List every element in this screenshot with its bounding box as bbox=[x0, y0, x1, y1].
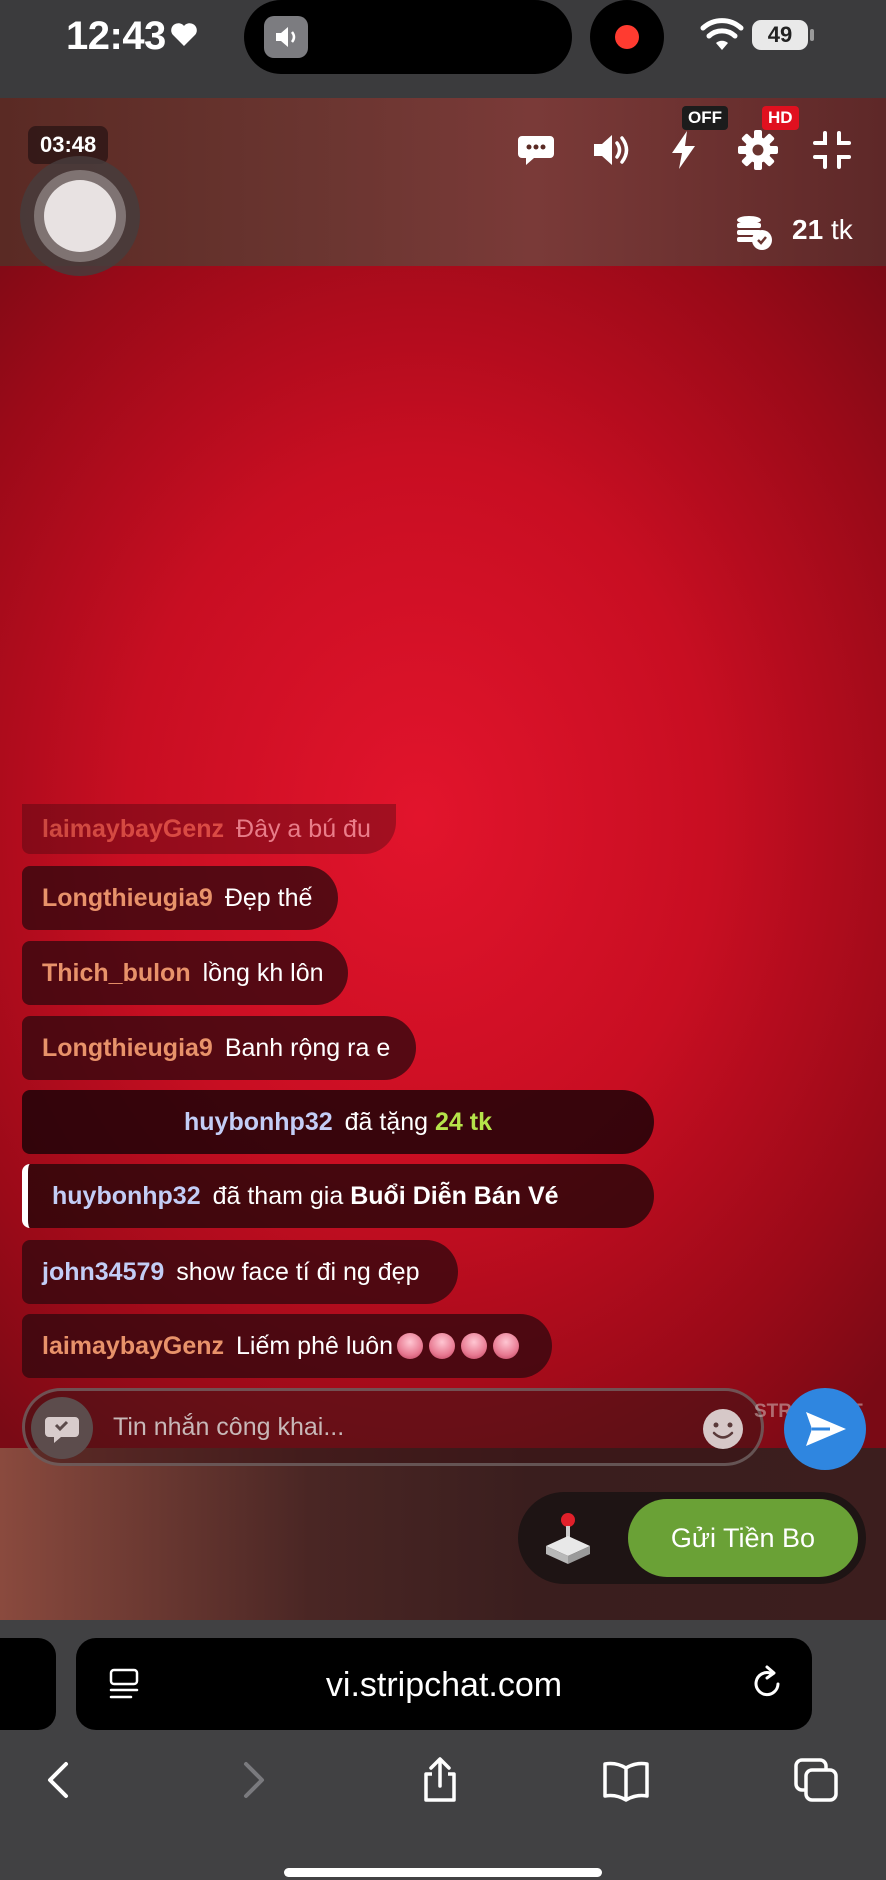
joystick-icon[interactable] bbox=[538, 1508, 598, 1568]
chat-text: show face tí đi ng đẹp bbox=[176, 1257, 420, 1286]
tip-notification: huybonhp32 đã tặng 24 tk bbox=[22, 1090, 654, 1154]
peach-emoji-icon bbox=[397, 1333, 424, 1359]
stream-view[interactable]: 03:48 OFF HD 21 tk laimaybayGenz Đây a b… bbox=[0, 98, 886, 1620]
settings-gear-icon[interactable] bbox=[736, 128, 780, 172]
volume-icon[interactable] bbox=[588, 128, 632, 172]
lightning-icon[interactable] bbox=[662, 128, 706, 172]
emoji-group bbox=[397, 1333, 520, 1359]
bookmarks-icon[interactable] bbox=[602, 1756, 650, 1804]
chat-input-field[interactable]: Tin nhắn công khai... bbox=[113, 1413, 344, 1442]
home-indicator[interactable] bbox=[284, 1868, 602, 1877]
chat-username[interactable]: huybonhp32 bbox=[52, 1182, 201, 1211]
back-icon[interactable] bbox=[36, 1756, 84, 1804]
chat-message: laimaybayGenz Liếm phê luôn bbox=[22, 1314, 552, 1378]
chat-username[interactable]: huybonhp32 bbox=[184, 1108, 333, 1137]
previous-tab-preview[interactable] bbox=[0, 1638, 56, 1730]
chat-text: lồng kh lôn bbox=[202, 958, 324, 987]
chat-message: Thich_bulon lồng kh lôn bbox=[22, 941, 348, 1005]
quality-off-badge: OFF bbox=[682, 106, 728, 130]
event-name[interactable]: Buổi Diễn Bán Vé bbox=[350, 1182, 558, 1211]
chat-username[interactable]: laimaybayGenz bbox=[42, 815, 224, 844]
chat-text: Đẹp thế bbox=[224, 883, 313, 912]
chat-bubble-icon bbox=[45, 1417, 79, 1443]
balance-unit: tk bbox=[830, 214, 853, 245]
chat-message: Longthieugia9 Banh rộng ra e bbox=[22, 1016, 416, 1080]
emoji-picker-icon[interactable] bbox=[701, 1407, 745, 1451]
chat-username[interactable]: Longthieugia9 bbox=[42, 1034, 213, 1063]
heart-icon bbox=[171, 23, 197, 46]
exit-fullscreen-icon[interactable] bbox=[810, 128, 854, 172]
share-icon[interactable] bbox=[416, 1756, 464, 1804]
tip-bar: Gửi Tiền Bo bbox=[518, 1492, 866, 1584]
join-notification: huybonhp32 đã tham gia Buổi Diễn Bán Vé bbox=[22, 1164, 654, 1228]
peach-emoji-icon bbox=[461, 1333, 488, 1359]
chat-toggle-icon[interactable] bbox=[514, 128, 558, 172]
hd-badge: HD bbox=[762, 106, 799, 130]
chat-text: Banh rộng ra e bbox=[224, 1033, 391, 1062]
screen-recording-indicator bbox=[590, 0, 664, 74]
send-arrow-icon bbox=[806, 1412, 846, 1446]
url-text[interactable]: vi.stripchat.com bbox=[76, 1666, 812, 1705]
assistive-touch-button[interactable] bbox=[20, 156, 140, 276]
chat-username[interactable]: Longthieugia9 bbox=[42, 884, 213, 913]
coins-icon bbox=[737, 216, 772, 250]
chat-message: Longthieugia9 Đẹp thế bbox=[22, 866, 338, 930]
chat-message: laimaybayGenz Đây a bú đu bbox=[22, 804, 396, 854]
status-bar: 12:43 49 bbox=[0, 0, 886, 98]
address-bar[interactable]: vi.stripchat.com bbox=[76, 1638, 812, 1730]
chat-username[interactable]: laimaybayGenz bbox=[42, 1332, 224, 1361]
forward-icon bbox=[244, 1762, 264, 1798]
tabs-icon[interactable] bbox=[792, 1756, 840, 1804]
chat-username[interactable]: Thich_bulon bbox=[42, 959, 191, 988]
peach-emoji-icon bbox=[429, 1333, 456, 1359]
token-balance: 21 tk bbox=[792, 214, 853, 246]
chat-text: Đây a bú đu bbox=[236, 814, 371, 843]
send-button[interactable] bbox=[784, 1388, 866, 1470]
chat-text: đã tham gia bbox=[212, 1181, 344, 1210]
browser-toolbar: vi.stripchat.com bbox=[0, 1620, 886, 1880]
reload-icon[interactable] bbox=[748, 1664, 786, 1702]
dynamic-island bbox=[244, 0, 572, 74]
balance-value: 21 bbox=[792, 214, 824, 245]
wifi-icon bbox=[700, 18, 744, 50]
clock: 12:43 bbox=[66, 14, 166, 58]
chat-text: đã tặng bbox=[344, 1107, 429, 1136]
tip-amount: 24 tk bbox=[435, 1107, 492, 1136]
chat-message: john34579 show face tí đi ng đẹp bbox=[22, 1240, 458, 1304]
chat-text: Liếm phê luôn bbox=[236, 1331, 394, 1360]
record-dot-icon bbox=[615, 25, 639, 49]
chat-input-bar[interactable]: Tin nhắn công khai... bbox=[22, 1388, 764, 1466]
battery-tip bbox=[810, 29, 814, 41]
chat-username[interactable]: john34579 bbox=[42, 1258, 164, 1287]
battery-indicator: 49 bbox=[752, 20, 808, 50]
chat-mode-button[interactable] bbox=[31, 1397, 93, 1459]
speaker-icon bbox=[264, 16, 308, 58]
peach-emoji-icon bbox=[493, 1333, 520, 1359]
send-tip-button[interactable]: Gửi Tiền Bo bbox=[628, 1499, 858, 1577]
